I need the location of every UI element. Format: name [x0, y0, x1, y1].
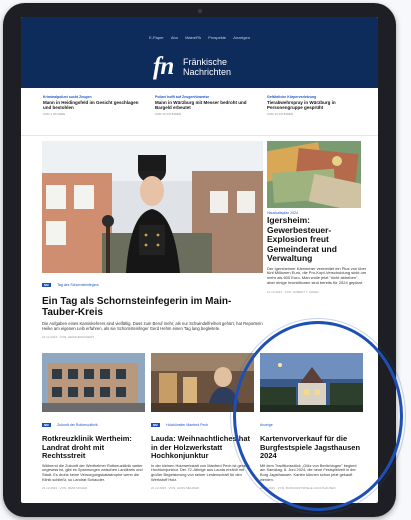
card-kicker: Zukunft der Rotkreuzklinik	[57, 422, 98, 427]
hospital-photo	[42, 353, 145, 412]
side-article[interactable]: Haushaltsplan 2024 Igersheim: Gewerbeste…	[267, 211, 367, 294]
article-card[interactable]: NM Zukunft der Rotkreuzklinik Rotkreuzkl…	[42, 353, 145, 490]
logo-line-2: Nachrichten	[183, 67, 232, 77]
card-body: In der kleinen Holzwerkstatt von Manfred…	[151, 462, 250, 482]
plus-badge: NM	[151, 422, 160, 427]
teaser-meta: VOR 13 STUNDEN	[155, 112, 182, 116]
teaser-kicker: Kriminalpolizei sucht Zeugen	[43, 95, 92, 99]
card-meta: 21.12.2023 · VON: HANS MEURER	[151, 486, 200, 491]
highlight-ring	[233, 321, 403, 511]
hero-kicker: Tag des Schornsteinfegers	[57, 282, 99, 287]
teaser-item[interactable]: Kriminalpolizei sucht Zeugen Mann in Hei…	[43, 95, 147, 116]
nav-link-abo[interactable]: Abo	[171, 35, 178, 40]
nav-link-epaper[interactable]: E-Paper	[149, 35, 164, 40]
teaser-item[interactable]: Polizei hofft auf Zeugenhinweise Mann in…	[155, 95, 259, 116]
nav-link-anzeigen[interactable]: Anzeigen	[233, 35, 250, 40]
logo-line-1: Fränkische	[183, 57, 228, 67]
side-image[interactable]	[267, 141, 361, 208]
plus-badge: NM	[42, 422, 51, 427]
chimney-sweep-photo	[42, 141, 263, 273]
teaser-title[interactable]: Mann in Würzburg mit Messer bedroht und …	[155, 100, 259, 110]
side-body: Der Igersheimer Kämmerer vermeldet ein P…	[267, 265, 367, 285]
teaser-title[interactable]: Mann in Heidingsfeld im Gesicht geschlag…	[43, 100, 147, 110]
section-divider	[21, 135, 378, 136]
camera-dot	[198, 9, 202, 13]
hero-article[interactable]: NM Tag des Schornsteinfegers Ein Tag als…	[42, 276, 263, 339]
top-teasers: Kriminalpolizei sucht Zeugen Mann in Hei…	[21, 95, 378, 131]
site-header: E-Paper Abo MainePA Prospekte Anzeigen f…	[21, 17, 378, 88]
teaser-kicker: Gefährliche Körperverletzung	[267, 95, 317, 99]
logo-text: Fränkische Nachrichten	[183, 57, 231, 77]
hero-image[interactable]	[42, 141, 263, 273]
teaser-kicker: Polizei hofft auf Zeugenhinweise	[155, 95, 210, 99]
card-title[interactable]: Rotkreuzklinik Wertheim: Landrat droht m…	[42, 434, 145, 461]
page-background: E-Paper Abo MainePA Prospekte Anzeigen f…	[0, 0, 411, 520]
hero-title[interactable]: Ein Tag als Schornsteinfegerin im Main-T…	[42, 296, 263, 318]
logo-mark: fn	[153, 53, 174, 80]
teaser-meta: VOR 14 STUNDEN	[267, 112, 294, 116]
card-meta: 21.12.2023 · VON: DEMI MOHER	[42, 486, 88, 491]
card-body: Während die Zukunft der Wertheimer Rotkr…	[42, 462, 143, 482]
plus-badge: NM	[42, 282, 51, 287]
card-kicker: Holzkünstler Manfred Pech	[166, 422, 209, 427]
money-photo	[267, 141, 361, 208]
nav-link-mainepa[interactable]: MainePA	[185, 35, 201, 40]
side-title[interactable]: Igersheim: Gewerbesteuer-Explosion freut…	[267, 215, 367, 264]
top-nav: E-Paper Abo MainePA Prospekte Anzeigen	[21, 35, 378, 40]
site-logo[interactable]: fn Fränkische Nachrichten	[153, 54, 253, 80]
nav-link-prospekte[interactable]: Prospekte	[208, 35, 226, 40]
teaser-meta: VOR 1 STUNDE	[43, 112, 66, 116]
card-image[interactable]	[42, 353, 145, 412]
teaser-title[interactable]: Tierabwehrspray in Würzburg in Personeng…	[267, 100, 371, 110]
side-meta: 21.12.2023 · VON: HUBERT T. MAIER	[267, 289, 319, 294]
teaser-item[interactable]: Gefährliche Körperverletzung Tierabwehrs…	[267, 95, 371, 116]
hero-body: Die Aufgaben eines Kaminkehrers sind vie…	[42, 321, 263, 331]
hero-meta: 21.12.2023 · VON: HEIKE BARCHERT	[42, 335, 95, 339]
